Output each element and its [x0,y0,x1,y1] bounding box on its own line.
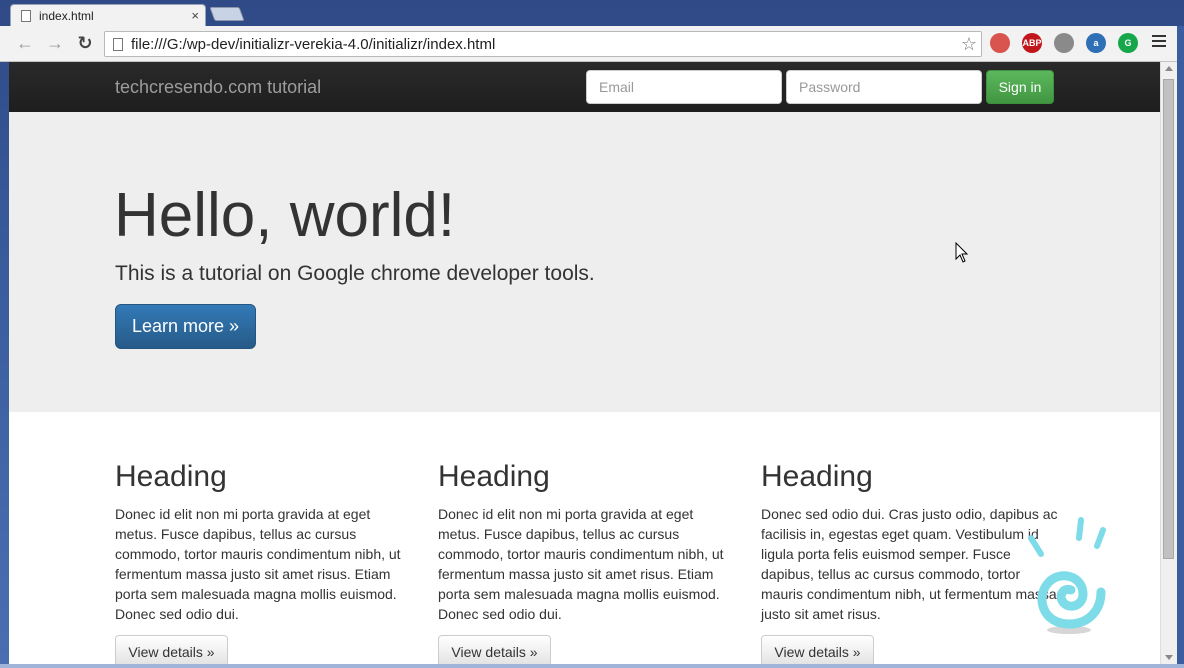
tab-strip: index.html × [0,0,1184,26]
bookmark-star-icon[interactable]: ☆ [961,34,977,55]
content-column: Heading Donec id elit non mi porta gravi… [438,460,738,668]
password-field[interactable] [786,70,982,104]
scroll-down-icon[interactable] [1165,655,1173,660]
browser-tab[interactable]: index.html × [10,4,206,26]
reload-icon[interactable]: ↻ [74,32,96,54]
column-heading: Heading [438,460,550,493]
new-tab-button[interactable] [209,7,245,21]
url-text[interactable]: file:///G:/wp-dev/initializr-verekia-4.0… [131,36,961,53]
grammarly-icon[interactable]: G [1118,33,1138,53]
back-icon[interactable]: ← [14,32,36,54]
window-frame [1177,26,1184,668]
file-icon [113,37,123,51]
pdf-ext-icon[interactable] [990,33,1010,53]
column-heading: Heading [761,460,873,493]
address-bar[interactable]: file:///G:/wp-dev/initializr-verekia-4.0… [104,31,982,57]
scrollbar-thumb[interactable] [1163,79,1174,559]
learn-more-button[interactable]: Learn more » [115,304,256,349]
vertical-scrollbar[interactable] [1160,62,1177,668]
window-bottom-edge [0,664,1184,668]
sign-in-button[interactable]: Sign in [986,70,1054,104]
chrome-menu-icon[interactable] [1152,35,1166,50]
hero-heading: Hello, world! [114,181,456,250]
tab-title: index.html [39,8,94,23]
page-icon [21,9,31,22]
column-heading: Heading [115,460,227,493]
mouse-cursor-icon [955,242,969,263]
adblock-plus-icon[interactable]: ABP [1022,33,1042,53]
content-column: Heading Donec sed odio dui. Cras justo o… [761,460,1061,668]
navbar-brand[interactable]: techcresendo.com tutorial [115,77,321,98]
tab-close-icon[interactable]: × [191,8,199,23]
user-ext-icon[interactable]: a [1086,33,1106,53]
forward-icon[interactable]: → [44,32,66,54]
jumbotron: Hello, world! This is a tutorial on Goog… [9,112,1160,412]
hero-lead: This is a tutorial on Google chrome deve… [115,262,595,285]
content-column: Heading Donec id elit non mi porta gravi… [115,460,415,668]
email-field[interactable] [586,70,782,104]
swirl-mascot-icon [1028,517,1106,634]
column-text: Donec id elit non mi porta gravida at eg… [438,506,724,622]
site-navbar: techcresendo.com tutorial Sign in [9,62,1160,112]
column-text: Donec id elit non mi porta gravida at eg… [115,506,401,622]
page-viewport: techcresendo.com tutorial Sign in Hello,… [9,62,1160,668]
download-ext-icon[interactable] [1054,33,1074,53]
column-text: Donec sed odio dui. Cras justo odio, dap… [761,506,1058,622]
browser-toolbar: ← → ↻ file:///G:/wp-dev/initializr-verek… [0,26,1184,62]
scroll-up-icon[interactable] [1165,66,1173,71]
